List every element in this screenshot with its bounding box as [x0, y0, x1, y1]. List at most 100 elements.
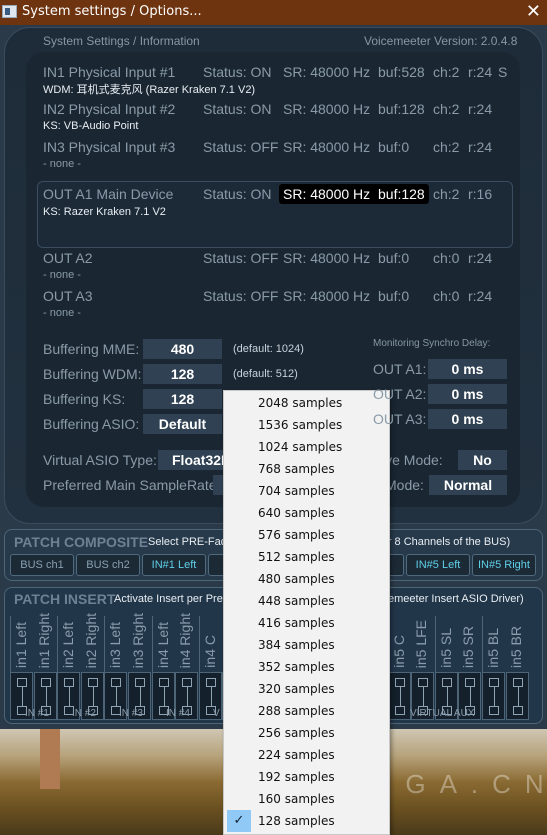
dropdown-option[interactable]: 384 samples	[224, 634, 389, 656]
buffering-value[interactable]: Default	[143, 414, 222, 434]
monitor-delay-value[interactable]: 0 ms	[428, 384, 507, 404]
dropdown-option[interactable]: 576 samples	[224, 524, 389, 546]
insert-column-header: in5 SR	[458, 616, 481, 672]
engine-mode-select[interactable]: Normal	[429, 475, 507, 495]
dropdown-option[interactable]: 768 samples	[224, 458, 389, 480]
dropdown-option[interactable]: 288 samples	[224, 700, 389, 722]
insert-column-label: in1 Left	[13, 622, 29, 668]
buffering-value[interactable]: 128	[143, 389, 222, 409]
buffering-label: Buffering MME:	[43, 341, 140, 357]
device-buf: buf:528	[378, 64, 425, 80]
dropdown-option[interactable]: 512 samples	[224, 546, 389, 568]
dropdown-option[interactable]: 224 samples	[224, 744, 389, 766]
monitor-delay-value[interactable]: 0 ms	[428, 359, 507, 379]
dropdown-option[interactable]: 416 samples	[224, 612, 389, 634]
exclusive-mode-select[interactable]: No	[458, 450, 507, 470]
buffer-size-dropdown[interactable]: 2048 samples 1536 samples 1024 samples 768 …	[223, 390, 390, 835]
insert-column-label: in2 Left	[60, 622, 77, 668]
device-buf: buf:0	[378, 250, 410, 266]
option-label: 640 samples	[258, 506, 335, 520]
composite-button[interactable]: BUS ch2	[76, 554, 140, 576]
insert-link	[22, 687, 23, 707]
device-name[interactable]: OUT A3	[43, 288, 93, 304]
device-r: r:24	[468, 101, 493, 117]
dropdown-option[interactable]: 352 samples	[224, 656, 389, 678]
buffering-label: Buffering KS:	[43, 391, 126, 407]
composite-button[interactable]: IN#1 Left	[142, 554, 206, 576]
option-label: 288 samples	[258, 704, 335, 718]
dropdown-option[interactable]: 704 samples	[224, 480, 389, 502]
dropdown-option[interactable]: 160 samples	[224, 788, 389, 810]
dropdown-option[interactable]: 1536 samples	[224, 414, 389, 436]
insert-link	[399, 687, 401, 707]
insert-toggle[interactable]	[505, 672, 529, 720]
option-label: 2048 samples	[258, 396, 343, 410]
option-label: 128 samples	[258, 814, 335, 828]
dropdown-option[interactable]: 1024 samples	[224, 436, 389, 458]
device-name[interactable]: IN2 Physical Input #2	[43, 101, 175, 117]
composite-button[interactable]: BUS ch1	[10, 554, 74, 576]
check-icon: ✓	[227, 810, 251, 832]
insert-node-icon	[205, 678, 216, 687]
insert-node-icon	[512, 706, 523, 715]
option-label: 256 samples	[258, 726, 335, 740]
patch-composite-desc: Select PRE-Fad	[148, 536, 227, 548]
option-label: 704 samples	[258, 484, 335, 498]
dropdown-option[interactable]: 256 samples	[224, 722, 389, 744]
device-r: r:24	[468, 64, 493, 80]
insert-toggle[interactable]	[387, 672, 411, 720]
buffering-label: Buffering WDM:	[43, 366, 142, 382]
option-label: 576 samples	[258, 528, 335, 542]
option-label: 352 samples	[258, 660, 335, 674]
dropdown-option[interactable]: 448 samples	[224, 590, 389, 612]
tree-trunk	[40, 729, 60, 789]
insert-link	[140, 687, 141, 707]
insert-column-label: in4 C	[201, 635, 218, 668]
insert-node-icon	[418, 678, 429, 687]
insert-link	[45, 687, 47, 707]
device-sr: SR: 48000 Hz	[283, 186, 371, 202]
insert-column-header: in5 LFE	[411, 616, 434, 672]
insert-node-icon	[111, 678, 122, 687]
dropdown-option[interactable]: 320 samples	[224, 678, 389, 700]
device-name[interactable]: IN3 Physical Input #3	[43, 139, 175, 155]
monitor-delay-label: OUT A1:	[373, 361, 427, 377]
device-sr: SR: 48000 Hz	[283, 288, 371, 304]
buffering-value[interactable]: 480	[143, 339, 222, 359]
dropdown-option[interactable]: 640 samples	[224, 502, 389, 524]
device-buf: buf:128	[378, 186, 425, 202]
device-driver: - none -	[43, 269, 81, 281]
insert-column-label: in5 BL	[485, 628, 501, 668]
insert-node-icon	[465, 678, 476, 687]
dropdown-option[interactable]: 192 samples	[224, 766, 389, 788]
composite-button[interactable]: IN#5 Left	[406, 554, 470, 576]
patch-insert-desc-right: emeeter Insert ASIO Driver)	[388, 593, 524, 605]
insert-column-label: in5 C	[390, 635, 407, 668]
insert-link	[116, 687, 118, 707]
device-r: r:24	[468, 288, 493, 304]
composite-button[interactable]: IN#5 Right	[472, 554, 536, 576]
insert-node-icon	[40, 678, 51, 687]
device-ch: ch:0	[433, 288, 460, 304]
device-status: Status: OFF	[203, 139, 279, 155]
dropdown-option[interactable]: 2048 samples	[224, 392, 389, 414]
patch-insert-title: PATCH INSERT	[14, 591, 116, 607]
device-r: r:24	[468, 250, 493, 266]
insert-column-header: in3 Left	[104, 616, 127, 672]
preferred-sr-label: Preferred Main SampleRate:	[43, 477, 221, 493]
option-label: 1024 samples	[258, 440, 343, 454]
monitor-delay-label: OUT A2:	[373, 386, 427, 402]
buffering-value[interactable]: 128	[143, 364, 222, 384]
insert-column-header: in5 BR	[506, 616, 529, 672]
insert-link	[517, 687, 519, 707]
insert-link	[69, 687, 71, 707]
monitor-delay-value[interactable]: 0 ms	[428, 409, 507, 429]
device-name[interactable]: OUT A1 Main Device	[43, 186, 173, 202]
dropdown-option[interactable]: ✓ 128 samples	[224, 810, 389, 832]
dropdown-option[interactable]: 480 samples	[224, 568, 389, 590]
device-name[interactable]: IN1 Physical Input #1	[43, 64, 175, 80]
insert-toggle[interactable]	[482, 672, 505, 720]
close-icon[interactable]: ✕	[526, 1, 541, 22]
device-name[interactable]: OUT A2	[43, 250, 93, 266]
device-driver: - none -	[43, 307, 81, 319]
